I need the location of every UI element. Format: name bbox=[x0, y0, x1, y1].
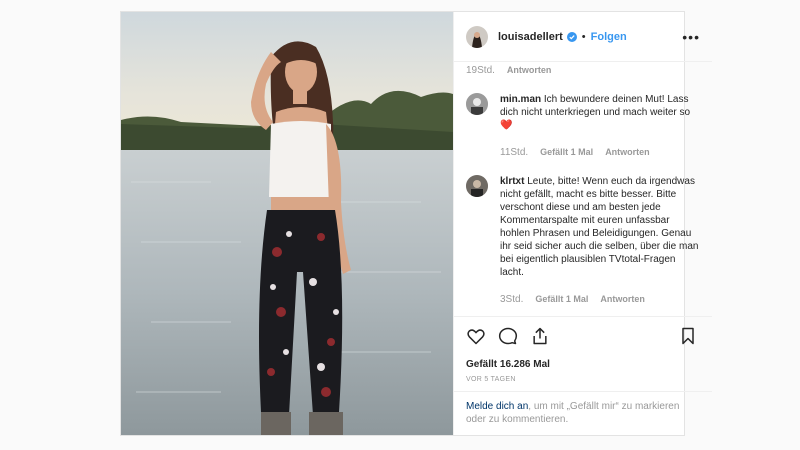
comment-time[interactable]: 3Std. bbox=[500, 293, 523, 306]
commenter-avatar[interactable] bbox=[466, 175, 488, 197]
comment-time[interactable]: 19Std. bbox=[466, 64, 495, 77]
bookmark-icon[interactable] bbox=[678, 326, 700, 348]
comment-likes[interactable]: Gefällt 1 Mal bbox=[540, 146, 593, 159]
comments-list[interactable]: 19Std. Antworten min.man Ich bewundere d… bbox=[454, 62, 712, 316]
separator-dot: • bbox=[581, 30, 586, 43]
login-link[interactable]: Melde dich an bbox=[466, 401, 528, 412]
reply-button[interactable]: Antworten bbox=[605, 146, 650, 159]
comment-time[interactable]: 11Std. bbox=[500, 146, 528, 159]
action-icons bbox=[466, 325, 700, 349]
comment-body: min.man Ich bewundere deinen Mut! Lass d… bbox=[500, 93, 700, 159]
comment-text-block: klrtxt Leute, bitte! Wenn euch da irgend… bbox=[500, 175, 700, 279]
comment-meta: 19Std. Antworten bbox=[466, 64, 700, 77]
comment-item: min.man Ich bewundere deinen Mut! Lass d… bbox=[466, 93, 700, 159]
heart-emoji: ❤️ bbox=[500, 120, 513, 131]
post-timestamp[interactable]: VOR 5 TAGEN bbox=[466, 376, 700, 383]
comment-likes[interactable]: Gefällt 1 Mal bbox=[535, 293, 588, 306]
username-link[interactable]: louisadellert bbox=[498, 31, 563, 43]
more-options-button[interactable]: ••• bbox=[682, 30, 700, 44]
reply-button[interactable]: Antworten bbox=[507, 64, 552, 77]
post-photo[interactable] bbox=[121, 12, 453, 435]
comment-bubble-icon[interactable] bbox=[498, 326, 520, 348]
post-sidebar: louisadellert • Folgen ••• 19Std. Antwor… bbox=[453, 12, 712, 435]
share-icon[interactable] bbox=[530, 326, 552, 348]
post-actions: Gefällt 16.286 Mal VOR 5 TAGEN Melde dic… bbox=[454, 316, 712, 435]
commenter-avatar[interactable] bbox=[466, 93, 488, 115]
comment-username[interactable]: klrtxt bbox=[500, 176, 524, 187]
heart-outline-icon[interactable] bbox=[466, 326, 488, 348]
avatar[interactable] bbox=[466, 25, 488, 48]
comment-username[interactable]: min.man bbox=[500, 94, 541, 105]
comment-body: klrtxt Leute, bitte! Wenn euch da irgend… bbox=[500, 175, 700, 306]
likes-count[interactable]: Gefällt 16.286 Mal bbox=[466, 359, 700, 370]
instagram-post: louisadellert • Folgen ••• 19Std. Antwor… bbox=[120, 11, 712, 436]
post-header: louisadellert • Folgen ••• bbox=[454, 12, 712, 62]
follow-button[interactable]: Folgen bbox=[591, 31, 627, 43]
comment-item: klrtxt Leute, bitte! Wenn euch da irgend… bbox=[466, 175, 700, 306]
verified-badge-icon bbox=[566, 31, 577, 42]
reply-button[interactable]: Antworten bbox=[600, 293, 645, 306]
comment-meta: 3Std. Gefällt 1 Mal Antworten bbox=[500, 293, 700, 306]
comment-text: Leute, bitte! Wenn euch da irgendwas nic… bbox=[500, 176, 699, 278]
comment-text-block: min.man Ich bewundere deinen Mut! Lass d… bbox=[500, 93, 700, 132]
comment-meta: 11Std. Gefällt 1 Mal Antworten bbox=[500, 146, 700, 159]
login-prompt: Melde dich an, um mit „Gefällt mir“ zu m… bbox=[454, 391, 712, 426]
